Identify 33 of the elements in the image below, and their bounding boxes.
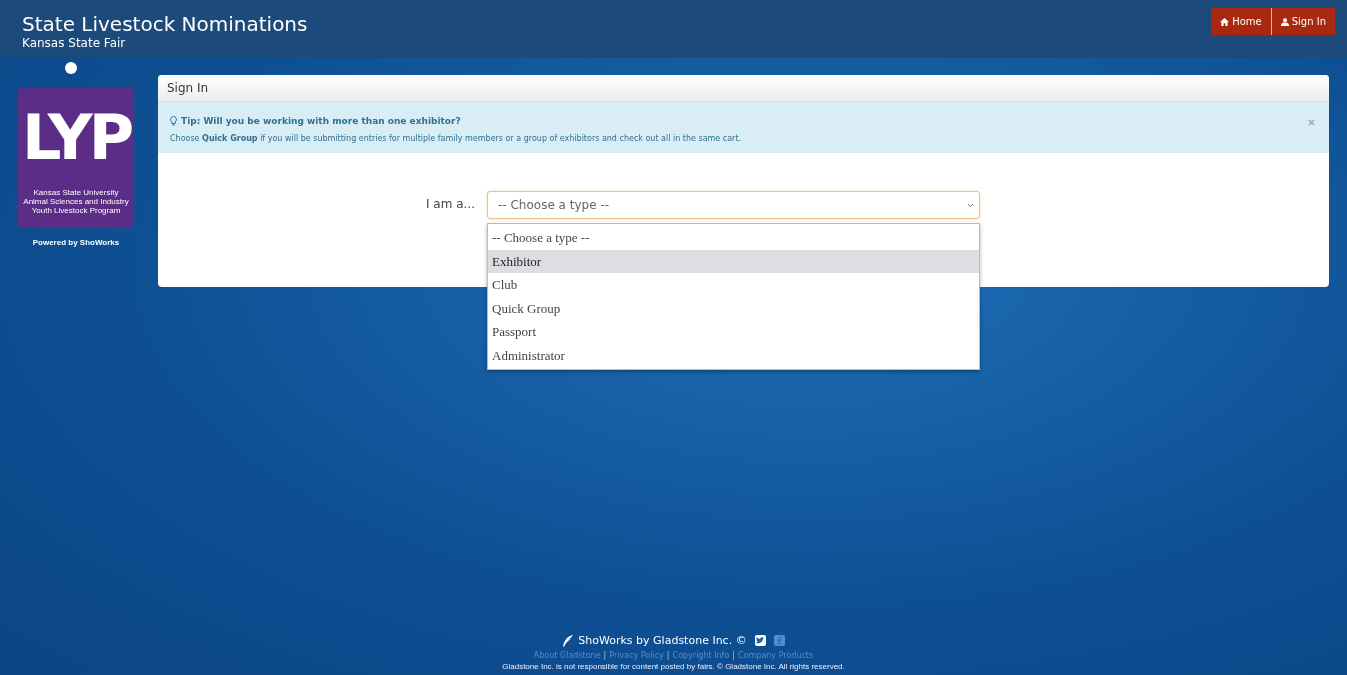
site-title: State Livestock Nominations	[22, 12, 308, 36]
site-subtitle: Kansas State Fair	[22, 36, 127, 50]
panel-title: Sign In	[167, 81, 209, 95]
dropdown-option[interactable]: Club	[488, 273, 979, 297]
link-separator: |	[603, 651, 607, 660]
logo-caption: Animal Sciences and Industry	[23, 197, 129, 206]
chevron-down-icon	[967, 202, 974, 208]
tip-heading: Tip: Will you be working with more than one exhibitor?	[181, 116, 461, 126]
logo-caption: Kansas State University	[33, 188, 119, 197]
logo-letters: LYP	[21, 100, 131, 176]
dropdown-option[interactable]: Passport	[488, 320, 979, 344]
twitter-icon[interactable]	[754, 635, 766, 646]
footer-disclaimer: Gladstone Inc. is not responsible for content posted by fairs. © Gladstone Inc. All rights reserved.	[502, 662, 845, 671]
link-separator: |	[666, 651, 670, 660]
link-separator: |	[732, 651, 736, 660]
user-icon	[1280, 17, 1289, 26]
dropdown-option[interactable]: Quick Group	[488, 296, 979, 320]
quill-icon	[562, 634, 575, 647]
powered-by-text: Powered by ShoWorks	[32, 238, 120, 247]
dropdown-option[interactable]: -- Choose a type --	[488, 226, 979, 250]
logo-caption: Youth Livestock Program	[31, 206, 121, 215]
home-icon	[1220, 17, 1230, 26]
dropdown-option[interactable]: Exhibitor	[488, 249, 979, 273]
footer-brand: ShoWorks by Gladstone Inc. ©	[578, 634, 747, 647]
home-link[interactable]: Home	[1211, 8, 1271, 35]
facebook-icon[interactable]	[773, 635, 785, 646]
lightbulb-icon	[170, 116, 177, 126]
dropdown-option[interactable]: Administrator	[488, 343, 979, 367]
collapse-toggle-icon[interactable]	[65, 62, 77, 74]
type-select[interactable]: -- Choose a type --	[487, 191, 980, 219]
sign-in-link[interactable]: Sign In	[1270, 8, 1335, 35]
tip-text: Choose Quick Group if you will be submitting entries for multiple family members or a group of exhibitors and check out all in the same cart.	[170, 134, 743, 143]
type-label: I am a...	[425, 196, 476, 213]
